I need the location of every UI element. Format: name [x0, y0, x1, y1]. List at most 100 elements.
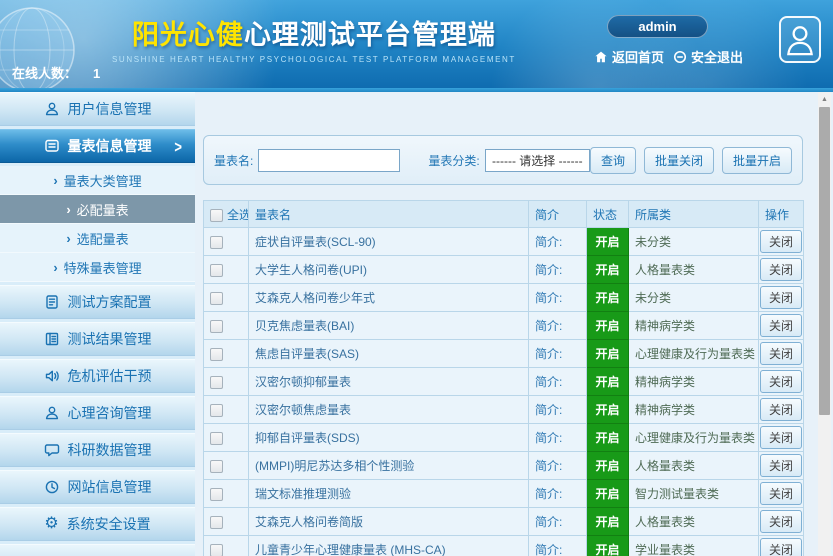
row-select-cell [204, 396, 249, 424]
sidebar-item[interactable]: 用户信息管理 [0, 92, 195, 126]
row-select-cell [204, 480, 249, 508]
table-row: 贝克焦虑量表(BAI)简介:开启精神病学类关闭 [204, 312, 804, 340]
close-button[interactable]: 关闭 [760, 482, 802, 505]
vertical-scrollbar[interactable]: ▲ [818, 92, 831, 556]
row-checkbox[interactable] [210, 432, 223, 445]
action-cell: 关闭 [759, 312, 804, 340]
select-all-checkbox[interactable] [210, 209, 223, 222]
category-cell: 未分类 [629, 284, 759, 312]
table-row: 汉密尔顿抑郁量表简介:开启精神病学类关闭 [204, 368, 804, 396]
username-button[interactable]: admin [607, 15, 708, 38]
scale-name-cell: 艾森克人格问卷少年式 [249, 284, 529, 312]
sidebar-item[interactable]: 科研数据管理 [0, 433, 195, 467]
action-cell: 关闭 [759, 536, 804, 556]
row-checkbox[interactable] [210, 236, 223, 249]
logout-link[interactable]: 安全退出 [673, 47, 743, 66]
page-title: 阳光心健心理测试平台管理端 [112, 13, 516, 52]
col-status: 状态 [587, 201, 629, 228]
category-cell: 心理健康及行为量表类 [629, 340, 759, 368]
action-cell: 关闭 [759, 452, 804, 480]
sidebar-item[interactable]: 网站信息管理 [0, 470, 195, 504]
table-row: 汉密尔顿焦虑量表简介:开启精神病学类关闭 [204, 396, 804, 424]
close-button[interactable]: 关闭 [760, 538, 802, 556]
status-badge: 开启 [587, 424, 629, 452]
intro-cell: 简介: [529, 396, 587, 424]
category-cell: 人格量表类 [629, 256, 759, 284]
back-home-link[interactable]: 返回首页 [594, 47, 664, 66]
row-checkbox[interactable] [210, 460, 223, 473]
chat-icon [44, 442, 60, 458]
row-select-cell [204, 424, 249, 452]
status-badge: 开启 [587, 284, 629, 312]
user-icon [44, 101, 60, 117]
row-checkbox[interactable] [210, 488, 223, 501]
close-button[interactable]: 关闭 [760, 230, 802, 253]
category-cell: 精神病学类 [629, 312, 759, 340]
clock-icon [44, 479, 60, 495]
table-row: 艾森克人格问卷少年式简介:开启未分类关闭 [204, 284, 804, 312]
sidebar-item-label: 科研数据管理 [68, 440, 152, 460]
close-button[interactable]: 关闭 [760, 426, 802, 449]
scale-name-cell: 贝克焦虑量表(BAI) [249, 312, 529, 340]
page-subtitle: SUNSHINE HEART HEALTHY PSYCHOLOGICAL TES… [112, 55, 516, 64]
sub-arrow-icon: › [66, 202, 70, 217]
sidebar-subitem[interactable]: ›特殊量表管理 [0, 253, 195, 282]
sidebar-subitem[interactable]: ›选配量表 [0, 224, 195, 253]
sidebar-item[interactable]: 量表信息管理> [0, 129, 195, 163]
scroll-up-icon[interactable]: ▲ [818, 92, 831, 106]
scale-name-input[interactable] [258, 149, 400, 172]
close-button[interactable]: 关闭 [760, 370, 802, 393]
status-badge: 开启 [587, 452, 629, 480]
close-button[interactable]: 关闭 [760, 314, 802, 337]
scale-name-cell: 焦虑自评量表(SAS) [249, 340, 529, 368]
category-cell: 精神病学类 [629, 396, 759, 424]
sidebar-subitem[interactable]: ›必配量表 [0, 195, 195, 224]
sidebar-item-label: 网站信息管理 [68, 477, 152, 497]
sidebar-item[interactable]: 测试结果管理 [0, 322, 195, 356]
scale-category-select[interactable]: ------ 请选择 ------ [485, 149, 590, 172]
scale-name-cell: 大学生人格问卷(UPI) [249, 256, 529, 284]
sidebar-item[interactable]: ⚙系统安全设置 [0, 507, 195, 541]
row-checkbox[interactable] [210, 292, 223, 305]
query-button[interactable]: 查询 [590, 147, 636, 174]
report-icon [44, 331, 60, 347]
main-content: 量表名: 量表分类: ------ 请选择 ------ 查询 批量关闭 批量开… [195, 92, 833, 556]
row-checkbox[interactable] [210, 404, 223, 417]
scale-category-label: 量表分类: [428, 152, 479, 169]
row-checkbox[interactable] [210, 348, 223, 361]
row-select-cell [204, 228, 249, 256]
sidebar-subitem[interactable]: ›量表大类管理 [0, 166, 195, 195]
row-checkbox[interactable] [210, 516, 223, 529]
close-button[interactable]: 关闭 [760, 510, 802, 533]
online-count: 在线人数：1 [12, 63, 100, 82]
intro-cell: 简介: [529, 508, 587, 536]
scale-name-cell: 瑞文标准推理测验 [249, 480, 529, 508]
row-checkbox[interactable] [210, 320, 223, 333]
close-button[interactable]: 关闭 [760, 454, 802, 477]
header-links: 返回首页 安全退出 [594, 47, 743, 66]
close-button[interactable]: 关闭 [760, 286, 802, 309]
sidebar-item[interactable]: 心理咨询管理 [0, 396, 195, 430]
status-badge: 开启 [587, 312, 629, 340]
close-button[interactable]: 关闭 [760, 398, 802, 421]
batch-open-button[interactable]: 批量开启 [722, 147, 792, 174]
table-row: 瑞文标准推理测验简介:开启智力测试量表类关闭 [204, 480, 804, 508]
scale-name-label: 量表名: [214, 152, 253, 169]
close-button[interactable]: 关闭 [760, 342, 802, 365]
avatar[interactable] [779, 16, 821, 63]
sub-arrow-icon: › [53, 260, 57, 275]
row-checkbox[interactable] [210, 544, 223, 556]
sidebar-item[interactable]: 危机评估干预 [0, 359, 195, 393]
table-row: (MMPI)明尼苏达多相个性测验简介:开启人格量表类关闭 [204, 452, 804, 480]
category-cell: 学业量表类 [629, 536, 759, 556]
scrollbar-thumb[interactable] [819, 107, 830, 415]
batch-close-button[interactable]: 批量关闭 [644, 147, 714, 174]
row-checkbox[interactable] [210, 264, 223, 277]
sidebar-item[interactable]: 测试方案配置 [0, 285, 195, 319]
table-row: 儿童青少年心理健康量表 (MHS-CA)简介:开启学业量表类关闭 [204, 536, 804, 556]
sidebar-item-label: 系统安全设置 [67, 514, 151, 534]
filter-panel: 量表名: 量表分类: ------ 请选择 ------ 查询 批量关闭 批量开… [203, 135, 803, 185]
row-checkbox[interactable] [210, 376, 223, 389]
close-button[interactable]: 关闭 [760, 258, 802, 281]
col-scale-name: 量表名 [249, 201, 529, 228]
